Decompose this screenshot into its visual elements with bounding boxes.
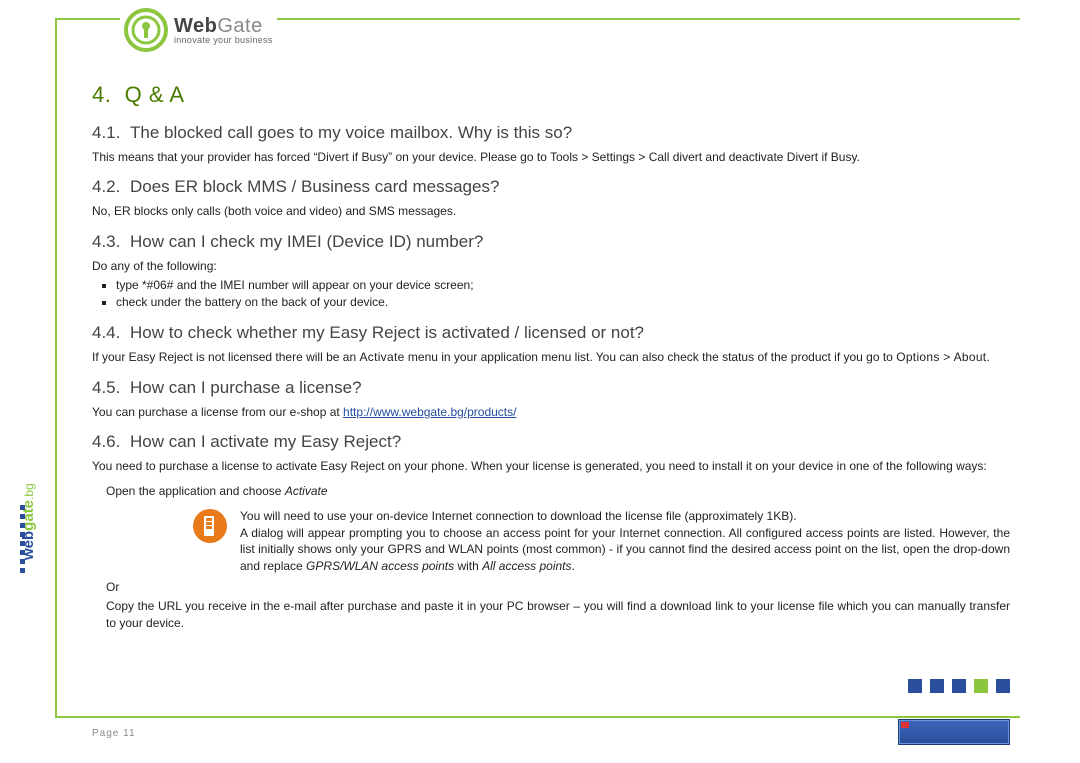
brand-sub: Gate — [217, 15, 262, 37]
sub-heading-4-6: 4.6.How can I activate my Easy Reject? — [92, 430, 1010, 454]
body-4-6: You need to purchase a license to activa… — [92, 458, 1010, 475]
or-separator: Or — [106, 579, 1010, 596]
section-number: 4. — [92, 82, 111, 107]
list-item: type *#06# and the IMEI number will appe… — [116, 277, 1010, 294]
left-rule — [55, 18, 57, 718]
page-number: Page 11 — [92, 728, 136, 739]
footer-thumbnail — [898, 719, 1010, 745]
list-4-3: type *#06# and the IMEI number will appe… — [116, 277, 1010, 312]
intro-4-3: Do any of the following: — [92, 258, 1010, 275]
keyhole-icon — [124, 8, 168, 52]
sub-heading-4-3: 4.3.How can I check my IMEI (Device ID) … — [92, 230, 1010, 254]
body-4-2: No, ER blocks only calls (both voice and… — [92, 203, 1010, 220]
section-title: Q & A — [125, 82, 185, 107]
sub-heading-4-1: 4.1.The blocked call goes to my voice ma… — [92, 121, 1010, 145]
open-app-line: Open the application and choose Activate — [106, 483, 1010, 500]
sub-heading-4-2: 4.2.Does ER block MMS / Business card me… — [92, 175, 1010, 199]
bottom-rule — [55, 716, 1020, 718]
brand-slogan: innovate your business — [174, 36, 273, 45]
eshop-link[interactable]: http://www.webgate.bg/products/ — [343, 405, 516, 419]
document-page: WebGate innovate your business 4. Q & A … — [0, 0, 1080, 763]
body-4-5: You can purchase a license from our e-sh… — [92, 404, 1010, 421]
activate-icon — [192, 508, 228, 544]
list-item: check under the battery on the back of y… — [116, 294, 1010, 311]
activate-text: You will need to use your on-device Inte… — [240, 508, 1010, 575]
brand-main: Web — [174, 15, 217, 37]
body-4-4: If your Easy Reject is not licensed ther… — [92, 349, 1010, 366]
sub-heading-4-5: 4.5.How can I purchase a license? — [92, 376, 1010, 400]
content-area: 4. Q & A 4.1.The blocked call goes to my… — [92, 80, 1010, 693]
sub-heading-4-4: 4.4.How to check whether my Easy Reject … — [92, 321, 1010, 345]
brand-logo: WebGate innovate your business — [120, 8, 277, 52]
activate-block: You will need to use your on-device Inte… — [192, 508, 1010, 575]
copy-url-line: Copy the URL you receive in the e-mail a… — [106, 598, 1010, 632]
section-heading: 4. Q & A — [92, 80, 1010, 111]
side-brand-tab: webgate.bg — [20, 483, 37, 560]
body-4-1: This means that your provider has forced… — [92, 149, 1010, 166]
corner-squares — [908, 679, 1010, 693]
